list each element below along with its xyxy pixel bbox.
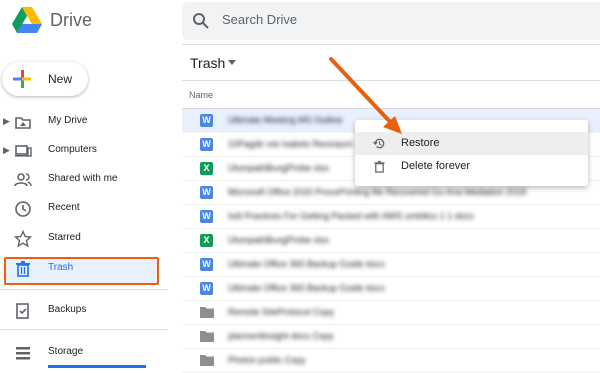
folder-icon	[200, 354, 214, 367]
file-row[interactable]: W Ultimate Office 365 Backup Guide docx	[182, 277, 600, 301]
restore-history-icon	[373, 138, 385, 149]
sidebar-item-label: Shared with me	[48, 173, 118, 184]
menu-item-label: Restore	[401, 137, 440, 149]
search-bar[interactable]	[182, 2, 600, 40]
file-row[interactable]: X UlumpathBuxgProbe xlsx	[182, 229, 600, 253]
sidebar-item-label: Trash	[48, 262, 74, 273]
file-name: 10Pagdir visi Isakels Recioaum	[228, 139, 354, 149]
excel-sheet-icon: X	[200, 162, 213, 175]
file-row[interactable]: Photos public Copy	[182, 349, 600, 373]
file-name: Photos public Copy	[228, 355, 306, 365]
file-name: Remote SiteProtocol Copy	[228, 307, 335, 317]
sidebar-item-label: Computers	[48, 144, 97, 155]
sidebar-divider	[0, 289, 168, 290]
shared-people-icon	[14, 173, 32, 187]
star-icon	[14, 230, 32, 248]
excel-sheet-icon: X	[200, 234, 213, 247]
breadcrumb[interactable]: Trash	[190, 55, 225, 71]
plus-icon	[13, 70, 31, 88]
storage-icon	[16, 347, 30, 360]
search-input[interactable]	[220, 11, 524, 28]
trash-icon	[16, 261, 30, 277]
file-name: Microsoft Office 2020 ProcePrinting file…	[228, 187, 526, 197]
backup-icon	[16, 303, 29, 319]
word-doc-icon: W	[200, 138, 213, 151]
top-bar: Drive	[0, 0, 600, 44]
expand-caret-icon[interactable]: ▶	[3, 116, 10, 127]
file-name: Ultimate Meeting MS Outline	[228, 115, 343, 125]
sidebar-item-my-drive[interactable]: ▶ My Drive	[0, 109, 168, 135]
breadcrumb-dropdown-icon[interactable]	[228, 60, 236, 65]
sidebar-item-storage[interactable]: Storage	[0, 340, 168, 366]
expand-caret-icon[interactable]: ▶	[3, 145, 10, 156]
sidebar-item-recent[interactable]: Recent	[0, 196, 168, 222]
file-row[interactable]: W Ultimate Office 365 Backup Guide docx	[182, 253, 600, 277]
sidebar-item-backups[interactable]: Backups	[0, 298, 168, 324]
file-row[interactable]: Remote SiteProtocol Copy	[182, 301, 600, 325]
drive-folder-icon	[15, 117, 31, 129]
sidebar-item-label: Backups	[48, 304, 87, 315]
drive-logo-icon[interactable]	[12, 7, 42, 34]
file-name: Isdi Practices For Getting Packed with A…	[228, 211, 474, 221]
app-title[interactable]: Drive	[50, 10, 92, 31]
file-name: planneritlnsight docs Copy	[228, 331, 334, 341]
folder-icon	[200, 306, 214, 319]
file-row[interactable]: W Isdi Practices For Getting Packed with …	[182, 205, 600, 229]
clock-icon	[15, 201, 31, 217]
computer-icon	[15, 145, 32, 157]
file-name: UlumpathBuxgProbe xlsx	[228, 163, 330, 173]
sidebar-item-label: Starred	[48, 232, 81, 243]
sidebar-item-shared-with-me[interactable]: Shared with me	[0, 167, 168, 193]
search-icon[interactable]	[192, 12, 210, 30]
file-row[interactable]: planneritlnsight docs Copy	[182, 325, 600, 349]
word-doc-icon: W	[200, 114, 213, 127]
word-doc-icon: W	[200, 210, 213, 223]
word-doc-icon: W	[200, 282, 213, 295]
trash-icon	[374, 160, 385, 173]
sidebar-item-trash[interactable]: Trash	[0, 256, 168, 282]
storage-usage-bar	[48, 365, 146, 368]
sidebar-item-computers[interactable]: ▶ Computers	[0, 138, 168, 164]
word-doc-icon: W	[200, 186, 213, 199]
header-divider	[182, 44, 600, 45]
file-name: UlumpathBuxgProbe xlsx	[228, 235, 330, 245]
context-menu: Restore Delete forever	[355, 120, 588, 186]
sidebar-item-starred[interactable]: Starred	[0, 226, 168, 252]
column-header-name[interactable]: Name	[189, 90, 213, 100]
sidebar-item-label: Recent	[48, 202, 80, 213]
sidebar-item-label: Storage	[48, 346, 84, 357]
breadcrumb-divider	[182, 80, 600, 81]
new-button-label: New	[48, 72, 73, 86]
menu-item-delete-forever[interactable]: Delete forever	[355, 155, 588, 178]
sidebar-divider	[0, 329, 168, 330]
menu-item-restore[interactable]: Restore	[355, 132, 588, 155]
new-button[interactable]: New	[2, 62, 88, 96]
folder-icon	[200, 330, 214, 343]
menu-item-label: Delete forever	[401, 160, 471, 172]
word-doc-icon: W	[200, 258, 213, 271]
file-name: Ultimate Office 365 Backup Guide docx	[228, 283, 385, 293]
file-name: Ultimate Office 365 Backup Guide docx	[228, 259, 385, 269]
sidebar-item-label: My Drive	[48, 115, 88, 126]
